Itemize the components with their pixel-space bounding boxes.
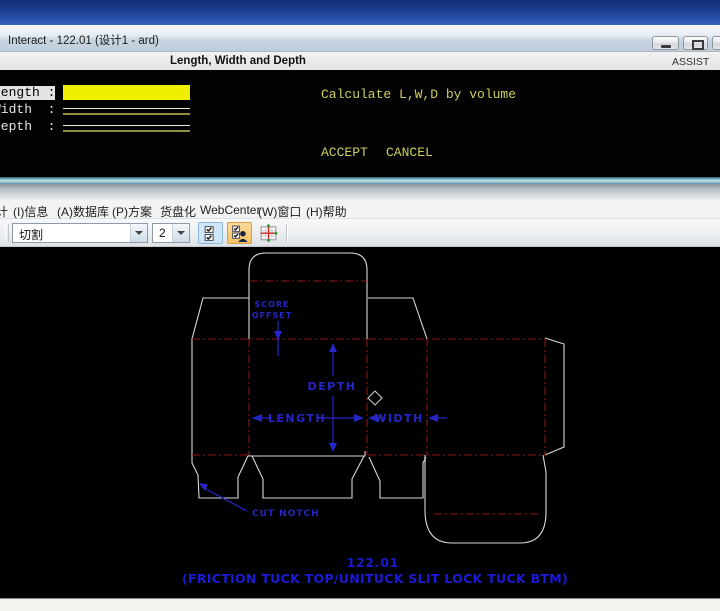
width-annotation: WIDTH [374,412,424,425]
chevron-down-icon[interactable] [172,224,189,242]
dialog-title: Length, Width and Depth [170,55,306,67]
dialog-header: Length, Width and Depth ASSIST [0,52,720,70]
cancel-button[interactable]: CANCEL [386,145,433,160]
width-label: Width : [0,103,55,117]
depth-annotation: DEPTH [308,380,357,393]
window-chrome [0,184,720,200]
maximize-button[interactable] [683,36,708,50]
count-dropdown[interactable]: 2 [152,223,190,243]
maximize-icon [692,40,704,50]
minimize-button[interactable] [652,36,679,50]
depth-input[interactable] [63,125,190,132]
close-button-partial[interactable] [712,36,720,50]
dieline-cut-lines [192,253,564,543]
count-value: 2 [159,226,166,240]
score-offset-label-line2: OFFSET [252,311,292,320]
accept-button[interactable]: ACCEPT [321,145,368,160]
cursor-diamond-icon [368,391,382,405]
toolbar: 切割 2 [0,219,720,247]
window-title: Interact - 122.01 (设计1 - ard) [8,32,159,48]
width-input[interactable] [63,108,190,115]
dimension-grid-icon [260,224,278,242]
drawing-canvas[interactable]: SCORE OFFSET DEPTH LENGTH WIDTH CUT NOTC… [0,247,720,598]
toolbar-separator [286,224,288,242]
design-code: 122.01 [347,556,399,570]
dialog-window-border [0,177,720,184]
dieline-drawing: SCORE OFFSET DEPTH LENGTH WIDTH CUT NOTC… [0,247,720,598]
dialog-body: Length : Width : Depth : Calculate L,W,D… [0,70,720,177]
depth-label: Depth : [0,120,55,134]
prompted-checklist-button[interactable] [198,222,223,244]
checklist-icon [202,225,219,242]
menubar: 计 (I)信息 (A)数据库 (P)方案 货盘化 WebCenter (W)窗口… [0,200,720,219]
checklist-user-icon [231,225,248,242]
user-prompts-button[interactable] [227,222,252,244]
assist-button[interactable]: ASSIST [672,56,709,68]
cut-notch-annotation: CUT NOTCH [252,509,320,519]
calculate-by-volume-option[interactable]: Calculate L,W,D by volume [321,87,516,102]
length-label: Length : [0,86,55,100]
dialog-titlebar: Interact - 122.01 (设计1 - ard) [0,25,720,52]
toolbar-grip[interactable] [5,224,9,242]
status-bar [0,598,720,611]
length-input[interactable] [63,85,190,100]
cut-style-dropdown[interactable]: 切割 [12,223,148,243]
length-annotation: LENGTH [268,412,326,425]
chevron-down-icon[interactable] [130,224,147,242]
background-window-titlebar [0,0,720,25]
score-offset-label-line1: SCORE [254,300,289,309]
cut-style-value: 切割 [19,226,43,243]
design-name: (FRICTION TUCK TOP/UNITUCK SLIT LOCK TUC… [182,571,568,586]
minimize-icon [661,45,671,48]
dimension-grid-button[interactable] [256,222,281,244]
